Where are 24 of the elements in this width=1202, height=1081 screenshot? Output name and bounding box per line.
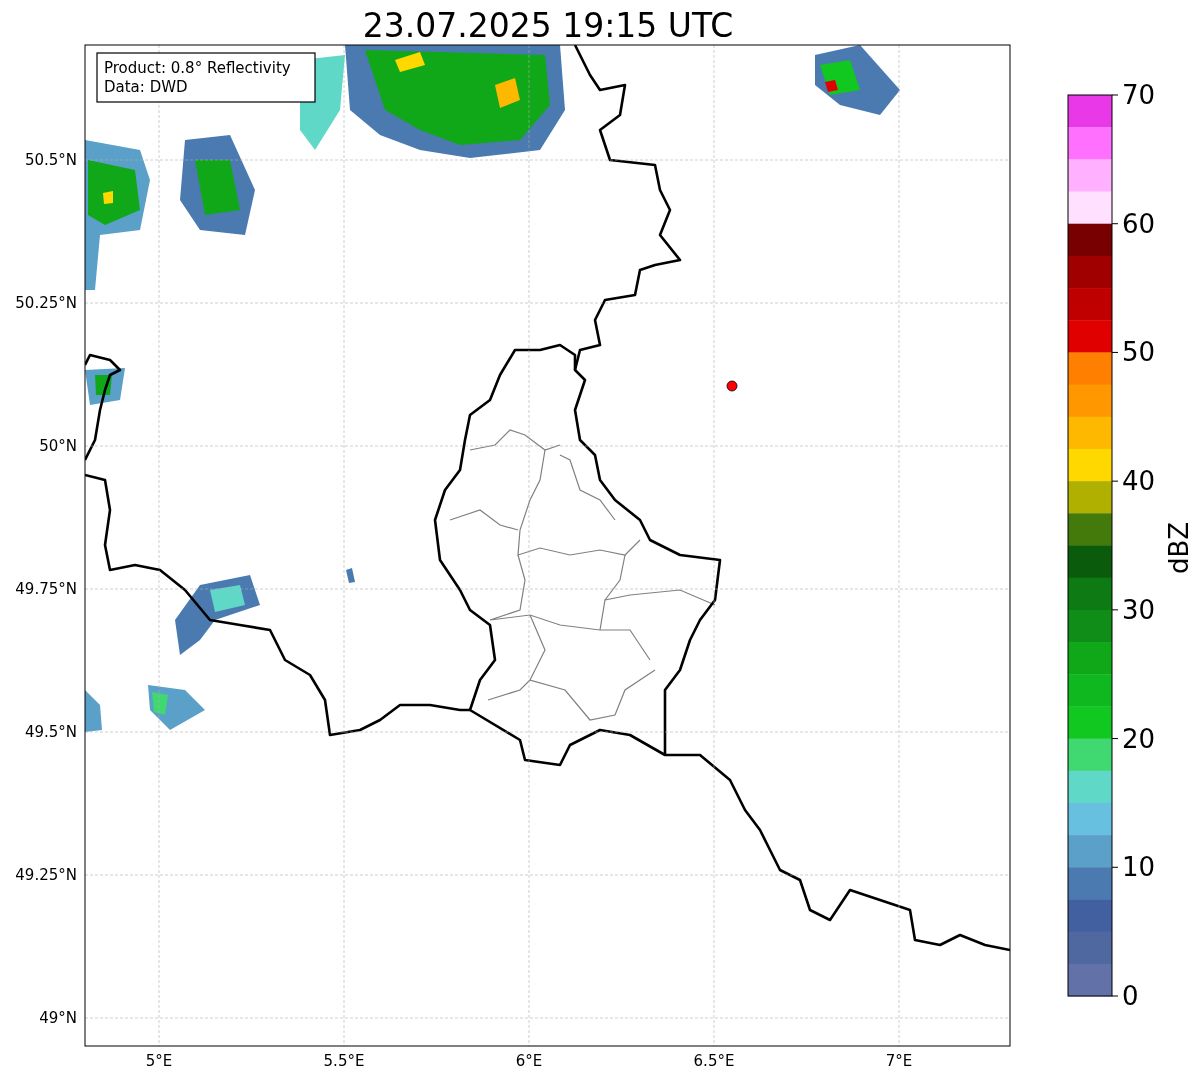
colorbar-label: dBZ [1164, 521, 1194, 575]
colorbar-tick-label: 30 [1122, 594, 1156, 625]
colorbar-tick-label: 0 [1122, 981, 1139, 1011]
colorbar-tick-label: 70 [1122, 80, 1156, 110]
longitude-label: 6.5°E [693, 1052, 735, 1070]
info-text: Product: 0.8° Reflectivity [104, 59, 291, 77]
latitude-label: 49.5°N [24, 723, 77, 741]
latitude-label: 50.25°N [15, 294, 77, 312]
latitude-label: 50.5°N [24, 151, 77, 169]
colorbar-tick-label: 60 [1122, 208, 1156, 239]
colorbar-tick-label: 50 [1122, 337, 1156, 368]
latitude-label: 50°N [39, 437, 77, 455]
latitude-label: 49.25°N [15, 866, 77, 884]
info-text: Data: DWD [104, 78, 188, 96]
longitude-label: 5°E [145, 1052, 173, 1070]
colorbar-tick-label: 20 [1122, 723, 1156, 754]
chart-title: 23.07.2025 19:15 UTC [362, 6, 734, 45]
colorbar-tick-label: 10 [1122, 852, 1156, 883]
longitude-label: 6°E [515, 1052, 543, 1070]
latitude-label: 49°N [39, 1009, 77, 1027]
longitude-label: 7°E [885, 1052, 913, 1070]
longitude-label: 5.5°E [323, 1052, 365, 1070]
colorbar-tick-label: 40 [1122, 466, 1156, 497]
latitude-label: 49.75°N [15, 580, 77, 598]
